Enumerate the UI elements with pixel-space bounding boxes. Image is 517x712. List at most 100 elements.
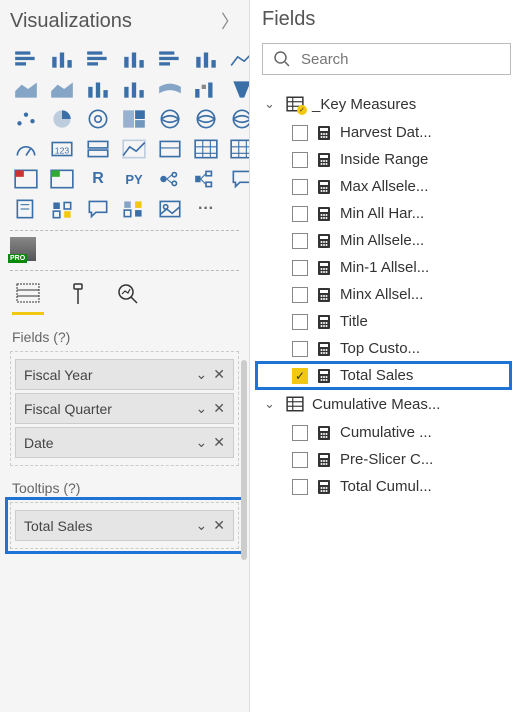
viz-stacked-column-icon[interactable]	[46, 46, 78, 72]
viz-area-icon[interactable]	[10, 76, 42, 102]
viz-line-icon[interactable]	[226, 46, 250, 72]
field-item[interactable]: Inside Range	[262, 146, 511, 173]
checkbox[interactable]	[292, 233, 308, 249]
remove-icon[interactable]: ✕	[213, 400, 225, 417]
remove-icon[interactable]: ✕	[213, 434, 225, 451]
collapse-chevron-icon[interactable]: 〉	[221, 8, 239, 34]
viz-more-icon[interactable]: ···	[190, 196, 222, 222]
checkbox[interactable]	[292, 314, 308, 330]
viz-paginated-icon[interactable]	[10, 196, 42, 222]
field-item[interactable]: Min Allsele...	[262, 227, 511, 254]
field-item[interactable]: Title	[262, 308, 511, 335]
checkbox[interactable]	[292, 452, 308, 468]
measure-icon	[316, 125, 332, 141]
checkbox[interactable]	[292, 260, 308, 276]
checkbox[interactable]	[292, 179, 308, 195]
tab-format[interactable]	[62, 283, 94, 315]
checkbox[interactable]	[292, 152, 308, 168]
field-item[interactable]: Min-1 Allsel...	[262, 254, 511, 281]
field-group-header[interactable]: ⌄Cumulative Meas...	[262, 389, 511, 419]
viz-r-visual-badge-icon[interactable]	[10, 166, 42, 192]
viz-100-stacked-column-icon[interactable]	[190, 46, 222, 72]
viz-r-visual-icon[interactable]: R	[82, 166, 114, 192]
tab-analytics[interactable]	[112, 283, 144, 315]
field-item[interactable]: Top Custo...	[262, 335, 511, 362]
field-item[interactable]: Max Allsele...	[262, 173, 511, 200]
viz-donut-icon[interactable]	[82, 106, 114, 132]
viz-q-and-a-icon[interactable]	[226, 166, 250, 192]
viz-filled-map-icon[interactable]	[190, 106, 222, 132]
chevron-down-icon[interactable]: ⌄	[196, 400, 208, 417]
remove-icon[interactable]: ✕	[213, 517, 225, 534]
viz-100-stacked-bar-icon[interactable]	[154, 46, 186, 72]
viz-stacked-bar-icon[interactable]	[10, 46, 42, 72]
field-item[interactable]: Total Sales	[256, 362, 511, 389]
fields-tab-icon	[16, 283, 40, 303]
field-well[interactable]: Fiscal Quarter ⌄ ✕	[15, 393, 234, 424]
viz-clustered-bar-icon[interactable]	[82, 46, 114, 72]
field-item[interactable]: Harvest Dat...	[262, 119, 511, 146]
custom-visuals-area	[10, 230, 239, 271]
field-item[interactable]: Cumulative ...	[262, 419, 511, 446]
viz-multi-row-card-icon[interactable]	[82, 136, 114, 162]
viz-image-icon[interactable]	[154, 196, 186, 222]
visualizations-panel: Visualizations 〉 123RPY··· Fields (?) Fi…	[0, 0, 250, 712]
search-box[interactable]	[262, 43, 511, 75]
viz-funnel-icon[interactable]	[226, 76, 250, 102]
field-well[interactable]: Date⌄✕	[15, 427, 234, 458]
viz-waterfall-icon[interactable]	[190, 76, 222, 102]
svg-text:123: 123	[55, 145, 70, 155]
viz-line-stacked-column-icon[interactable]	[82, 76, 114, 102]
field-well[interactable]: Total Sales ⌄ ✕	[15, 510, 234, 541]
field-label: Pre-Slicer C...	[340, 451, 433, 468]
viz-card-icon[interactable]: 123	[46, 136, 78, 162]
viz-slicer-icon[interactable]	[154, 136, 186, 162]
viz-kpi-icon[interactable]	[118, 136, 150, 162]
viz-scatter-icon[interactable]	[10, 106, 42, 132]
viz-clustered-column-icon[interactable]	[118, 46, 150, 72]
viz-shape-map-icon[interactable]	[226, 106, 250, 132]
checkbox[interactable]	[292, 125, 308, 141]
checkbox[interactable]	[292, 206, 308, 222]
well-label: Total Sales	[24, 518, 92, 534]
checkbox[interactable]	[292, 287, 308, 303]
checkbox[interactable]	[292, 341, 308, 357]
measure-icon	[316, 479, 332, 495]
viz-gauge-icon[interactable]	[10, 136, 42, 162]
viz-key-influencers-icon[interactable]	[154, 166, 186, 192]
field-label: Harvest Dat...	[340, 124, 432, 141]
field-item[interactable]: Min All Har...	[262, 200, 511, 227]
viz-python-visual-icon[interactable]: PY	[118, 166, 150, 192]
viz-treemap-icon[interactable]	[118, 106, 150, 132]
search-input[interactable]	[301, 51, 500, 68]
viz-matrix-icon[interactable]	[226, 136, 250, 162]
pro-custom-visual-icon[interactable]	[10, 237, 36, 261]
viz-pie-icon[interactable]	[46, 106, 78, 132]
viz-line-clustered-column-icon[interactable]	[118, 76, 150, 102]
well-label: Fiscal Quarter	[24, 401, 112, 417]
viz-decomposition-icon[interactable]	[190, 166, 222, 192]
field-item[interactable]: Minx Allsel...	[262, 281, 511, 308]
viz-table-icon[interactable]	[190, 136, 222, 162]
viz-python-visual-badge-icon[interactable]	[46, 166, 78, 192]
viz-apps-icon[interactable]	[118, 196, 150, 222]
viz-speech-icon[interactable]	[82, 196, 114, 222]
chevron-down-icon[interactable]: ⌄	[196, 434, 208, 451]
field-group-header[interactable]: ⌄✓_Key Measures	[262, 89, 511, 119]
field-item[interactable]: Total Cumul...	[262, 473, 511, 500]
viz-map-icon[interactable]	[154, 106, 186, 132]
viz-data-point-icon[interactable]	[46, 196, 78, 222]
field-well[interactable]: Fiscal Year⌄✕	[15, 359, 234, 390]
checkbox[interactable]	[292, 368, 308, 384]
checkbox[interactable]	[292, 425, 308, 441]
scrollbar-thumb[interactable]	[241, 360, 247, 560]
chevron-down-icon[interactable]: ⌄	[196, 366, 208, 383]
remove-icon[interactable]: ✕	[213, 366, 225, 383]
field-item[interactable]: Pre-Slicer C...	[262, 446, 511, 473]
checkbox[interactable]	[292, 479, 308, 495]
viz-ribbon-icon[interactable]	[154, 76, 186, 102]
chevron-down-icon[interactable]: ⌄	[196, 517, 208, 534]
measure-icon	[316, 152, 332, 168]
viz-stacked-area-icon[interactable]	[46, 76, 78, 102]
tab-fields[interactable]	[12, 283, 44, 315]
